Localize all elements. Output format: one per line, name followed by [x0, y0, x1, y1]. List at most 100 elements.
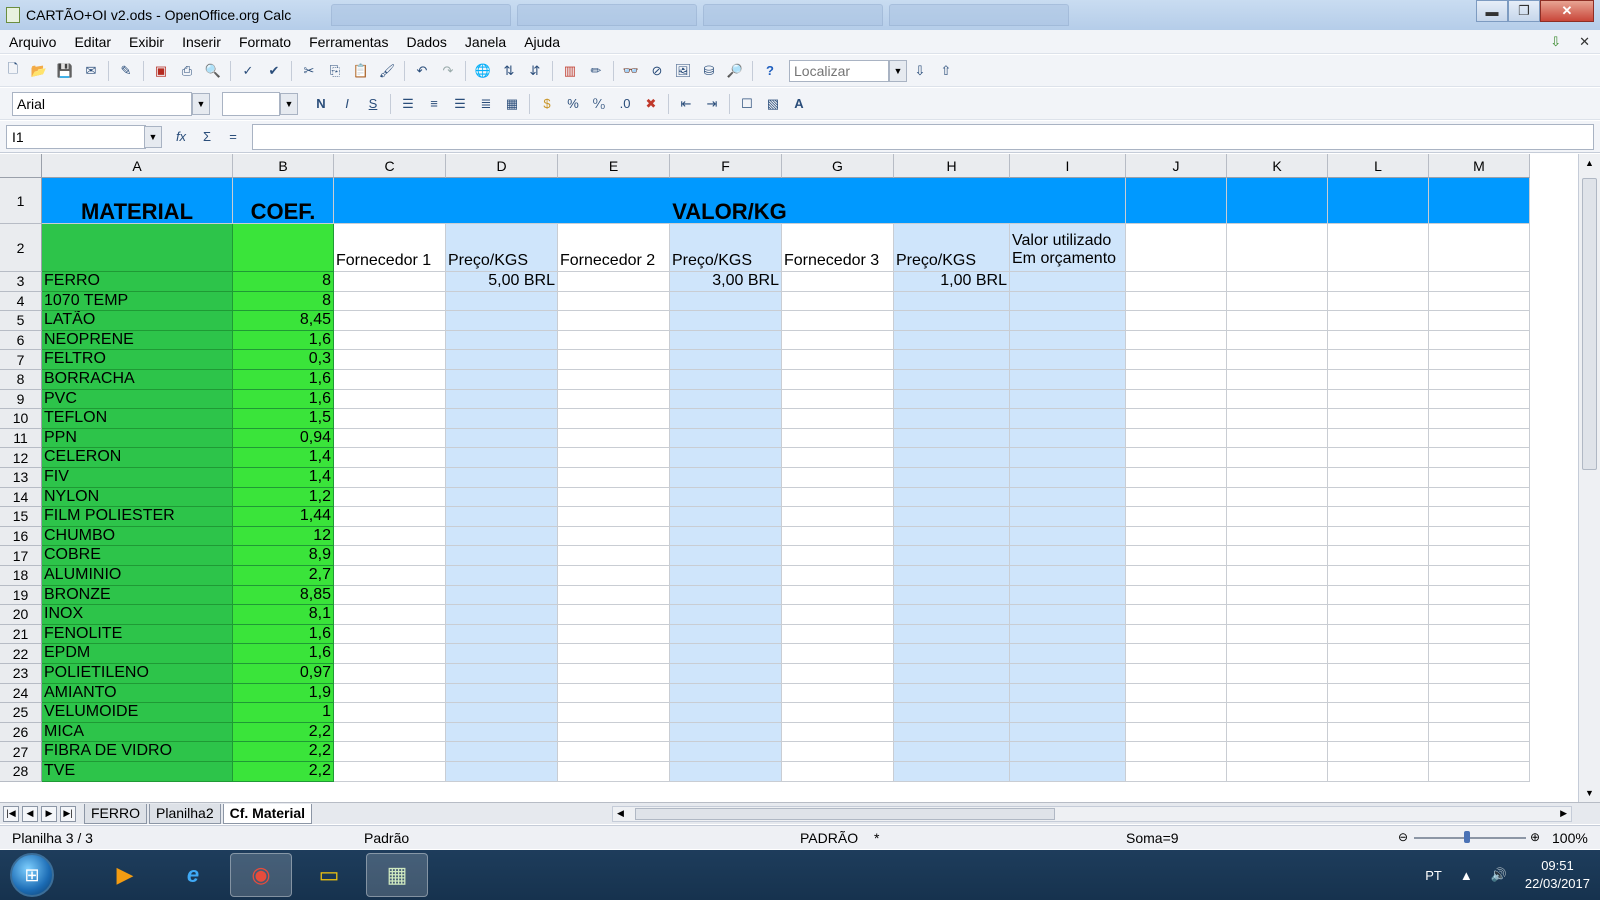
cell[interactable] — [1429, 272, 1530, 292]
cell[interactable] — [1328, 644, 1429, 664]
percent-icon[interactable]: % — [562, 93, 584, 115]
cell[interactable] — [1126, 428, 1227, 449]
cell[interactable] — [334, 507, 446, 527]
cell-preco-kgs[interactable] — [446, 487, 558, 508]
cell[interactable] — [1328, 703, 1429, 723]
cell-material[interactable]: FELTRO — [42, 350, 233, 370]
select-all-corner[interactable] — [0, 154, 42, 178]
sort-descending-icon[interactable]: ⇵ — [524, 60, 546, 82]
cell-material[interactable]: CELERON — [42, 448, 233, 468]
cell-valor-utilizado[interactable] — [1010, 389, 1126, 410]
cell[interactable] — [558, 546, 670, 566]
cell[interactable] — [1227, 742, 1328, 762]
cell[interactable] — [334, 487, 446, 508]
cell[interactable] — [1227, 546, 1328, 566]
cell[interactable] — [558, 330, 670, 351]
cell-preco-kgs[interactable] — [446, 468, 558, 488]
cell[interactable] — [1126, 448, 1227, 468]
cell[interactable] — [1227, 526, 1328, 547]
cell-material[interactable]: PVC — [42, 389, 233, 410]
cell[interactable] — [782, 526, 894, 547]
cell-coef[interactable]: 8,9 — [233, 546, 334, 566]
align-left-icon[interactable]: ☰ — [397, 93, 419, 115]
gallery-icon[interactable]: 🖼 — [672, 60, 694, 82]
find-dropdown-icon[interactable]: ▼ — [889, 59, 907, 82]
cell-preco-kgs[interactable] — [894, 566, 1010, 586]
vertical-scroll-thumb[interactable] — [1582, 178, 1597, 470]
cell[interactable] — [782, 291, 894, 312]
cell-preco-kgs[interactable]: 1,00 BRL — [894, 272, 1010, 292]
cell[interactable] — [558, 272, 670, 292]
language-indicator[interactable]: PT — [1425, 868, 1442, 883]
cell-preco-kgs[interactable] — [446, 350, 558, 370]
cell[interactable] — [1227, 311, 1328, 331]
cell-preco-kgs[interactable] — [670, 330, 782, 351]
chrome-icon[interactable]: ◉ — [230, 853, 292, 897]
align-right-icon[interactable]: ☰ — [449, 93, 471, 115]
cell-preco-kgs[interactable] — [670, 683, 782, 704]
row-header[interactable]: 2 — [0, 224, 42, 272]
cell[interactable] — [334, 272, 446, 292]
cell[interactable] — [782, 389, 894, 410]
background-color-icon[interactable]: ▧ — [762, 93, 784, 115]
cell[interactable] — [1328, 350, 1429, 370]
cell-preco-kgs[interactable] — [894, 722, 1010, 743]
formula-input[interactable] — [252, 123, 1594, 150]
cell-coef[interactable]: 1,9 — [233, 683, 334, 704]
cell-preco-kgs[interactable] — [670, 644, 782, 664]
cell[interactable] — [1328, 762, 1429, 782]
cell-material[interactable]: INOX — [42, 605, 233, 625]
cell[interactable] — [334, 722, 446, 743]
cell[interactable] — [1429, 644, 1530, 664]
cell[interactable] — [782, 566, 894, 586]
row-header[interactable]: 22 — [0, 644, 42, 664]
menu-exibir[interactable]: Exibir — [120, 34, 173, 50]
zoom-in-icon[interactable]: ⊕ — [1530, 830, 1540, 844]
menu-arquivo[interactable]: Arquivo — [0, 34, 65, 50]
cell[interactable] — [1429, 350, 1530, 370]
cell-valor-utilizado[interactable] — [1010, 624, 1126, 645]
cell-coef[interactable]: 0,94 — [233, 428, 334, 449]
cell[interactable] — [1126, 566, 1227, 586]
cell-preco-kgs[interactable] — [446, 703, 558, 723]
cell-valor-utilizado[interactable] — [1010, 330, 1126, 351]
cell-material[interactable]: NYLON — [42, 487, 233, 508]
column-header-h[interactable]: H — [894, 154, 1010, 178]
cell[interactable] — [782, 428, 894, 449]
cell-preco-kgs[interactable] — [894, 703, 1010, 723]
save-icon[interactable]: 💾 — [54, 60, 76, 82]
cell-preco-kgs[interactable] — [446, 566, 558, 586]
cell[interactable] — [334, 468, 446, 488]
cell[interactable] — [1328, 546, 1429, 566]
cell-preco-kgs[interactable] — [446, 742, 558, 762]
cell-preco-kgs[interactable] — [446, 683, 558, 704]
row-header[interactable]: 26 — [0, 722, 42, 743]
header-fornecedor[interactable]: Fornecedor 2 — [558, 224, 670, 272]
cell[interactable] — [1227, 624, 1328, 645]
align-center-icon[interactable]: ≡ — [423, 93, 445, 115]
cell-material[interactable]: FENOLITE — [42, 624, 233, 645]
zoom-slider-handle[interactable] — [1464, 831, 1470, 843]
cell[interactable] — [1328, 722, 1429, 743]
cell[interactable] — [1126, 389, 1227, 410]
cell[interactable] — [1227, 664, 1328, 684]
scroll-down-icon[interactable]: ▼ — [1585, 788, 1594, 798]
cell-valor-utilizado[interactable] — [1010, 683, 1126, 704]
cell-preco-kgs[interactable] — [894, 683, 1010, 704]
cell-valor-utilizado[interactable] — [1010, 703, 1126, 723]
cell[interactable] — [1126, 683, 1227, 704]
cell-preco-kgs[interactable] — [670, 487, 782, 508]
row-header[interactable]: 17 — [0, 546, 42, 566]
email-icon[interactable]: ✉ — [80, 60, 102, 82]
cell[interactable] — [1227, 468, 1328, 488]
cell[interactable] — [334, 428, 446, 449]
cell-preco-kgs[interactable] — [670, 722, 782, 743]
name-box[interactable]: I1 — [6, 124, 146, 149]
cell-preco-kgs[interactable] — [894, 330, 1010, 351]
row-header[interactable]: 3 — [0, 272, 42, 292]
format-paintbrush-icon[interactable]: 🖌 — [376, 60, 398, 82]
cell[interactable] — [1429, 468, 1530, 488]
cell[interactable] — [1227, 224, 1328, 272]
cell[interactable] — [782, 722, 894, 743]
cell[interactable] — [1328, 605, 1429, 625]
